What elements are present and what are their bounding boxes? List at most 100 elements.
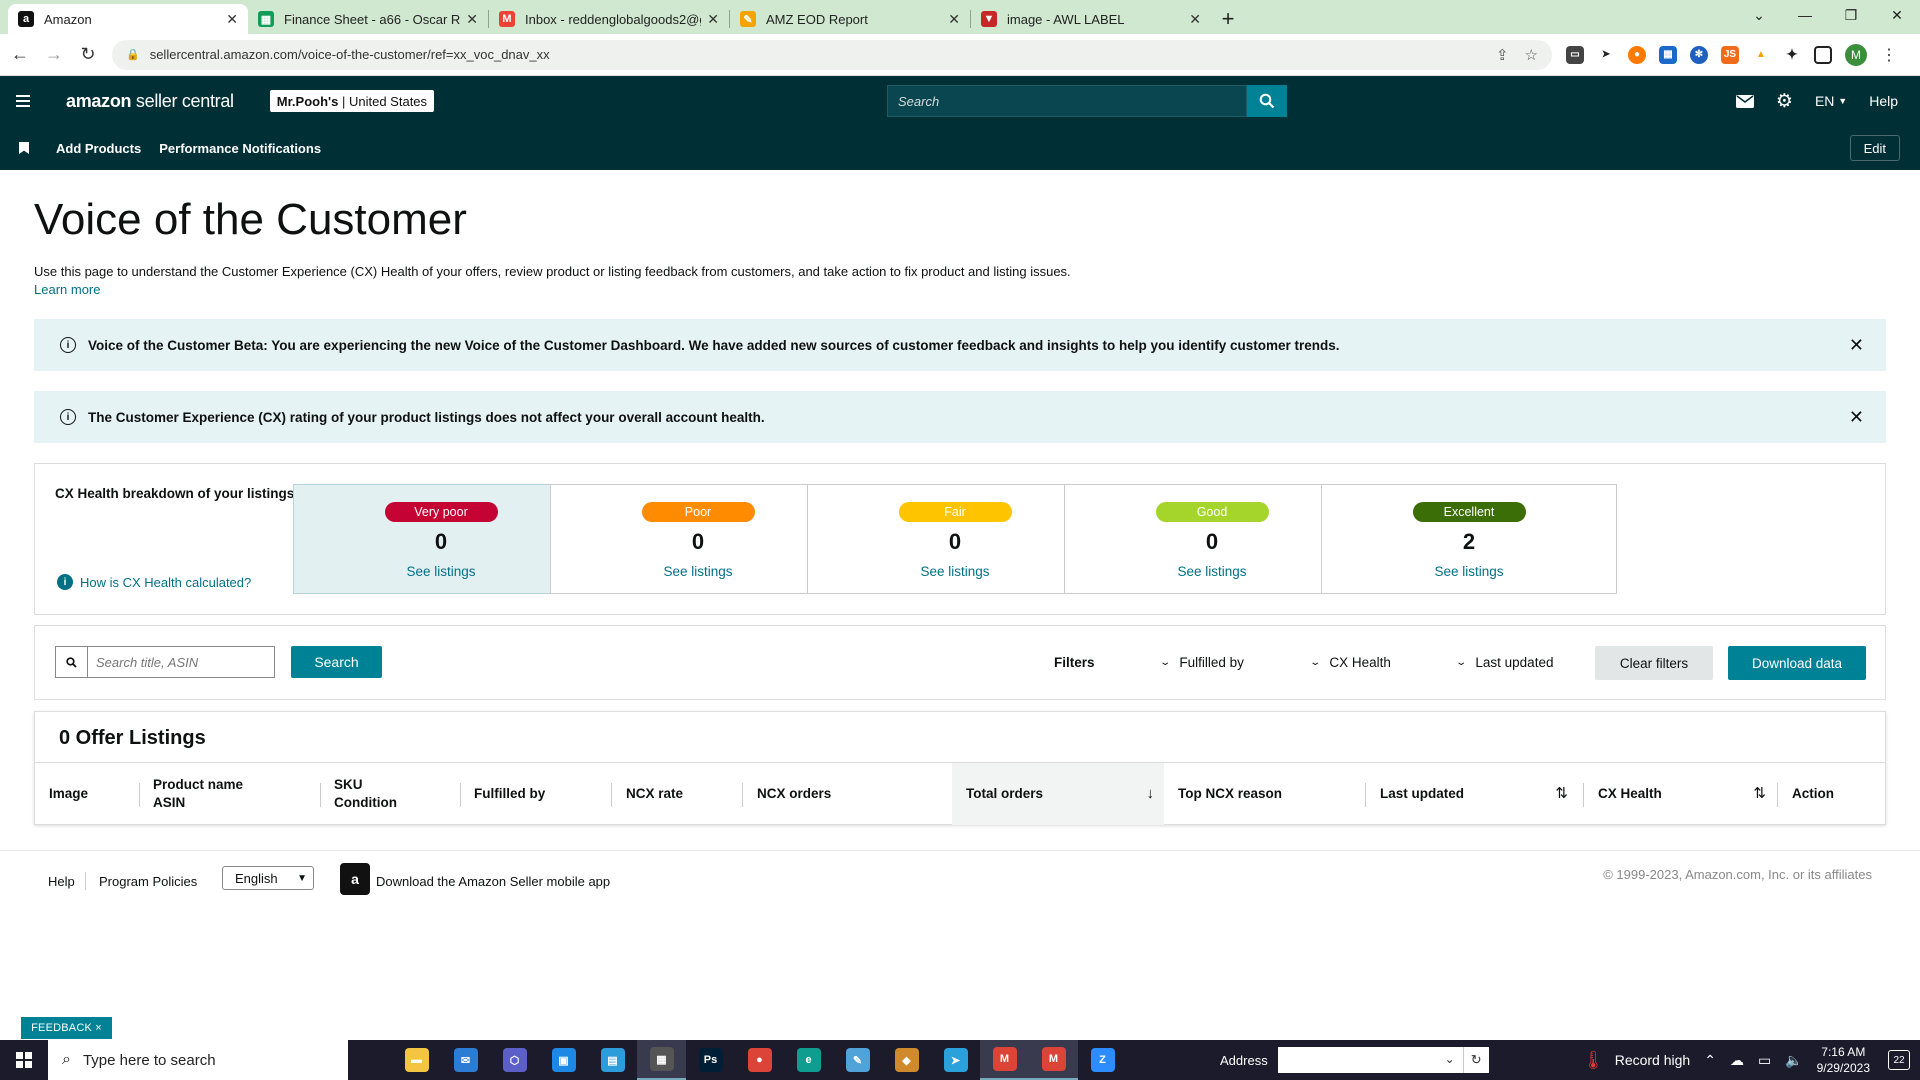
close-icon[interactable]: ✕ (1189, 11, 1201, 28)
clear-filters-button[interactable]: Clear filters (1595, 646, 1713, 680)
network-icon[interactable]: ▭ (1758, 1052, 1771, 1069)
footer-program-policies-link[interactable]: Program Policies (99, 874, 197, 889)
hamburger-menu-icon[interactable] (0, 76, 46, 126)
nav-link-add-products[interactable]: Add Products (56, 141, 141, 156)
side-panel-icon[interactable] (1814, 45, 1832, 64)
see-listings-link[interactable]: See listings (294, 564, 588, 579)
last-updated-dropdown[interactable]: ⌄ Last updated (1455, 655, 1553, 670)
download-data-button[interactable]: Download data (1728, 646, 1866, 680)
column-header-last-updated[interactable]: Last updated ⇅ (1366, 763, 1578, 825)
extension-blue-icon[interactable]: ▦ (1659, 45, 1677, 64)
see-listings-link[interactable]: See listings (1065, 564, 1359, 579)
close-icon[interactable]: ✕ (226, 11, 238, 28)
bookmark-icon[interactable] (19, 142, 29, 154)
amazon-seller-app-icon[interactable]: a (340, 863, 370, 895)
nav-link-performance-notifications[interactable]: Performance Notifications (159, 141, 321, 156)
taskbar-app[interactable]: ✎ (833, 1040, 882, 1080)
taskbar-app[interactable]: Ps (686, 1040, 735, 1080)
close-icon[interactable]: ✕ (707, 11, 719, 28)
share-icon[interactable]: ⇪ (1496, 46, 1509, 64)
onedrive-icon[interactable]: ☁ (1730, 1052, 1744, 1069)
taskbar-app[interactable]: M (980, 1040, 1029, 1080)
browser-tab[interactable]: ✎ AMZ EOD Report ✕ (730, 4, 970, 34)
close-icon[interactable]: ✕ (1849, 335, 1864, 356)
listing-search-input[interactable]: Search title, ASIN (55, 646, 275, 678)
tab-search-icon[interactable]: ⌄ (1736, 0, 1782, 30)
sort-descending-icon[interactable]: ↓ (1147, 785, 1155, 803)
profile-avatar[interactable]: M (1845, 43, 1867, 66)
cx-card-excellent[interactable]: Excellent 2 See listings (1321, 484, 1617, 594)
address-bar[interactable]: 🔒 sellercentral.amazon.com/voice-of-the-… (112, 39, 1552, 70)
extension-arrow-icon[interactable]: ➤ (1597, 45, 1615, 64)
cx-card-poor[interactable]: Poor 0 See listings (550, 484, 846, 594)
extension-triangle-icon[interactable]: ▲ (1752, 45, 1770, 64)
footer-language-select[interactable]: English ▼ (222, 866, 314, 890)
reload-button[interactable]: ↻ (74, 41, 102, 69)
footer-help-link[interactable]: Help (48, 874, 75, 889)
forward-button[interactable]: → (40, 41, 68, 69)
taskbar-app[interactable]: ▣ (539, 1040, 588, 1080)
feedback-button[interactable]: FEEDBACK × (21, 1017, 112, 1039)
see-listings-link[interactable]: See listings (1322, 564, 1616, 579)
browser-menu-icon[interactable]: ⋮ (1881, 45, 1897, 65)
browser-tab[interactable]: ▼ image - AWL LABEL ✕ (971, 4, 1211, 34)
taskbar-address-input[interactable]: ⌄ (1277, 1047, 1463, 1073)
cx-health-help-link[interactable]: i How is CX Health calculated? (57, 574, 251, 590)
download-app-link[interactable]: Download the Amazon Seller mobile app (376, 874, 610, 889)
taskbar-app[interactable]: ✉ (441, 1040, 490, 1080)
fulfilled-by-dropdown[interactable]: ⌄ Fulfilled by (1159, 655, 1244, 670)
taskbar-app[interactable]: ▤ (588, 1040, 637, 1080)
extensions-puzzle-icon[interactable]: ✦ (1783, 45, 1801, 64)
header-search-input[interactable]: Search (887, 85, 1247, 117)
cx-card-good[interactable]: Good 0 See listings (1064, 484, 1360, 594)
language-selector[interactable]: EN ▼ (1815, 93, 1847, 109)
start-button[interactable] (0, 1040, 48, 1080)
search-button[interactable]: Search (291, 646, 382, 678)
minimize-button[interactable]: — (1782, 0, 1828, 30)
restore-button[interactable]: ❐ (1828, 0, 1874, 30)
bookmark-star-icon[interactable]: ☆ (1525, 46, 1538, 64)
weather-widget[interactable]: 🌡 Record high (1582, 1050, 1690, 1071)
learn-more-link[interactable]: Learn more (34, 282, 100, 297)
cx-health-dropdown[interactable]: ⌄ CX Health (1309, 655, 1391, 670)
browser-tab[interactable]: ▦ Finance Sheet - a66 - Oscar Red ✕ (248, 4, 488, 34)
taskbar-app[interactable]: ◆ (882, 1040, 931, 1080)
extension-js-icon[interactable]: JS (1721, 45, 1739, 64)
address-go-button[interactable]: ↻ (1462, 1047, 1489, 1073)
see-listings-link[interactable]: See listings (808, 564, 1102, 579)
taskbar-app[interactable]: e (784, 1040, 833, 1080)
taskbar-clock[interactable]: 7:16 AM 9/29/2023 (1817, 1044, 1870, 1076)
taskbar-app[interactable]: ▬ (392, 1040, 441, 1080)
extension-off-icon[interactable]: ▭ (1566, 45, 1584, 64)
notification-center-icon[interactable]: 22 (1888, 1050, 1910, 1070)
taskbar-app[interactable]: ● (735, 1040, 784, 1080)
taskbar-app[interactable]: ⬡ (490, 1040, 539, 1080)
cx-card-very-poor[interactable]: Very poor 0 See listings (293, 484, 589, 594)
taskbar-app[interactable]: ➤ (931, 1040, 980, 1080)
store-picker[interactable]: Mr.Pooh's | United States (269, 90, 435, 112)
close-icon[interactable]: ✕ (1849, 407, 1864, 428)
column-header-ncx-orders[interactable]: NCX orders⇅ (743, 763, 985, 825)
new-tab-button[interactable]: + (1211, 4, 1245, 34)
tray-expand-icon[interactable]: ⌃ (1704, 1052, 1716, 1069)
close-window-button[interactable]: ✕ (1874, 0, 1920, 30)
close-icon[interactable]: ✕ (948, 11, 960, 28)
extension-circle-icon[interactable]: ● (1628, 45, 1646, 64)
taskbar-app[interactable]: Z (1078, 1040, 1127, 1080)
help-link[interactable]: Help (1869, 93, 1898, 109)
browser-tab[interactable]: M Inbox - reddenglobalgoods2@g ✕ (489, 4, 729, 34)
taskbar-search[interactable]: ⌕ Type here to search (48, 1040, 348, 1080)
browser-tab[interactable]: a Amazon ✕ (8, 4, 248, 34)
back-button[interactable]: ← (6, 41, 34, 69)
extension-gear-icon[interactable]: ✻ (1690, 45, 1708, 64)
taskbar-app[interactable]: ▦ (637, 1040, 686, 1080)
taskbar-app[interactable]: M (1029, 1040, 1078, 1080)
seller-central-logo[interactable]: amazon seller central (66, 91, 234, 112)
close-icon[interactable]: ✕ (466, 11, 478, 28)
cx-card-fair[interactable]: Fair 0 See listings (807, 484, 1103, 594)
column-header-total-orders[interactable]: Total orders ↓ (952, 763, 1164, 825)
see-listings-link[interactable]: See listings (551, 564, 845, 579)
edit-nav-button[interactable]: Edit (1849, 135, 1900, 161)
volume-icon[interactable]: 🔈 (1785, 1052, 1802, 1069)
mail-icon[interactable] (1735, 94, 1754, 108)
